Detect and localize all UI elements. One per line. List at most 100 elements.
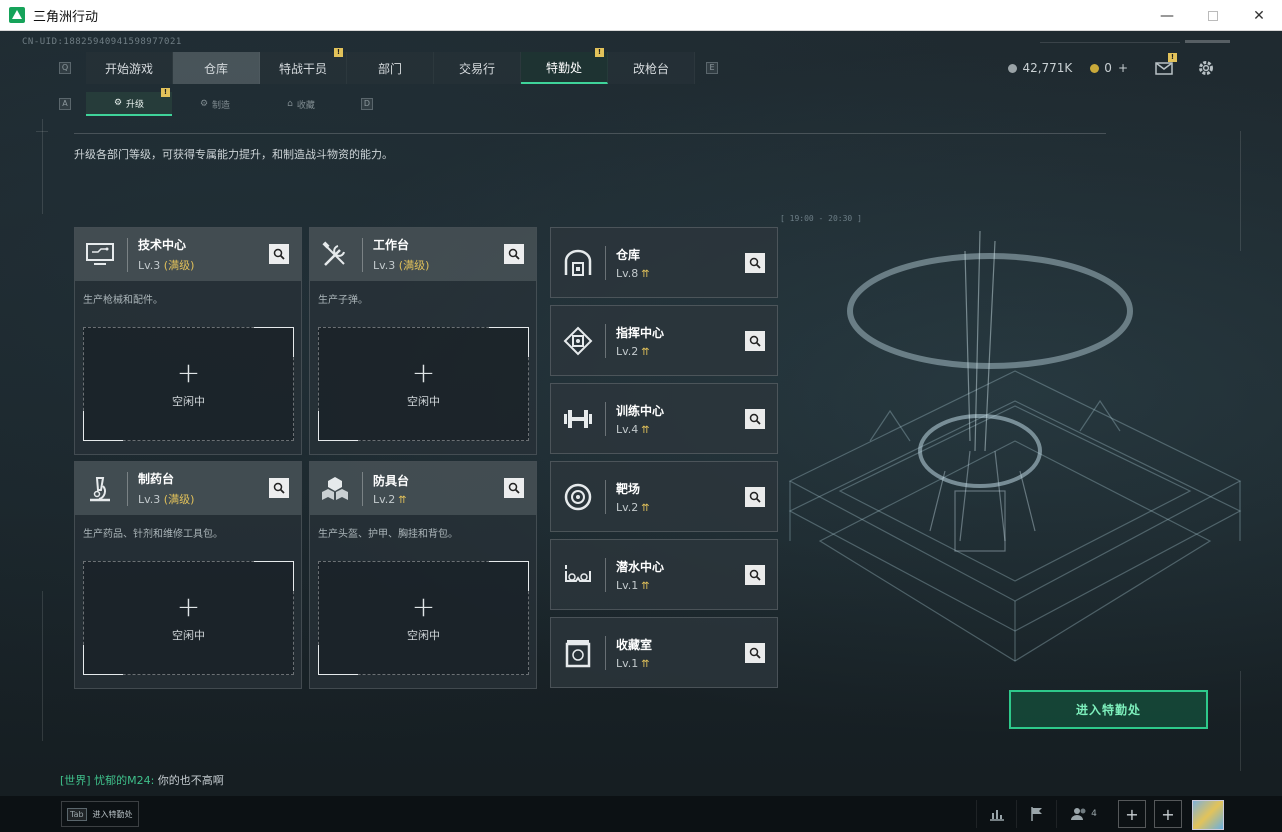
search-icon bbox=[749, 647, 761, 659]
invite-slot-1[interactable]: + bbox=[1118, 800, 1146, 828]
card-header: 制药台 Lv.3 (满级) bbox=[75, 462, 301, 515]
tab-warehouse[interactable]: 仓库 bbox=[173, 52, 260, 84]
inspect-button[interactable] bbox=[745, 409, 765, 429]
facility-card-training-center[interactable]: 训练中心 Lv.4 ⇈ bbox=[550, 383, 778, 454]
tab-operators[interactable]: 特战干员! bbox=[260, 48, 347, 84]
dumbbell-icon bbox=[561, 402, 595, 436]
separator bbox=[127, 471, 128, 506]
silver-coin-icon bbox=[1008, 63, 1018, 73]
inspect-button[interactable] bbox=[504, 244, 524, 264]
search-icon bbox=[749, 491, 761, 503]
card-header: 工作台 Lv.3 (满级) bbox=[310, 228, 536, 281]
facility-level: Lv.2 ⇈ bbox=[616, 501, 650, 514]
inspect-button[interactable] bbox=[504, 478, 524, 498]
tab-label: 特勤处 bbox=[545, 60, 582, 75]
inspect-button[interactable] bbox=[745, 487, 765, 507]
inspect-button[interactable] bbox=[745, 331, 765, 351]
inspect-button[interactable] bbox=[745, 643, 765, 663]
production-slot[interactable]: + 空闲中 bbox=[318, 327, 529, 441]
diving-mask-icon bbox=[561, 558, 595, 592]
slot-status: 空闲中 bbox=[407, 395, 440, 408]
card-title-block: 工作台 Lv.3 (满级) bbox=[373, 236, 429, 273]
inspect-button[interactable] bbox=[745, 253, 765, 273]
facility-level: Lv.2 ⇈ bbox=[373, 493, 409, 506]
tab-department[interactable]: 部门 bbox=[347, 52, 434, 84]
top-navigation: 开始游戏 仓库 特战干员! 部门 交易行 特勤处! 改枪台 bbox=[86, 48, 695, 84]
facility-card-command-center[interactable]: 指挥中心 Lv.2 ⇈ bbox=[550, 305, 778, 376]
facility-card-workbench[interactable]: 工作台 Lv.3 (满级) 生产子弹。 + 空闲中 bbox=[309, 227, 537, 455]
close-button[interactable]: ✕ bbox=[1236, 0, 1282, 31]
inspect-button[interactable] bbox=[269, 244, 289, 264]
flag-icon bbox=[1030, 807, 1042, 821]
facility-card-collection-room[interactable]: 收藏室 Lv.1 ⇈ bbox=[550, 617, 778, 688]
mail-button[interactable]: ! bbox=[1154, 53, 1177, 78]
upgrade-available-icon: ⇈ bbox=[641, 424, 650, 436]
chat-sender: 忧郁的M24: bbox=[94, 774, 155, 787]
app-logo-icon bbox=[9, 7, 25, 23]
facility-description: 生产子弹。 bbox=[318, 295, 368, 306]
stats-button[interactable] bbox=[976, 800, 1016, 828]
tab-start-game[interactable]: 开始游戏 bbox=[86, 52, 173, 84]
facility-description: 生产头盔、护甲、胸挂和背包。 bbox=[318, 529, 458, 540]
facility-card-armor-bench[interactable]: 防具台 Lv.2 ⇈ 生产头盔、护甲、胸挂和背包。 + 空闲中 bbox=[309, 461, 537, 689]
facility-card-storage[interactable]: 仓库 Lv.8 ⇈ bbox=[550, 227, 778, 298]
upgrade-icon: ⚙ bbox=[113, 98, 123, 108]
gold-coin-icon bbox=[1090, 63, 1100, 73]
facility-description: 生产枪械和配件。 bbox=[83, 295, 163, 306]
subtab-collection[interactable]: ⌂ 收藏 bbox=[258, 92, 344, 116]
upgrade-available-icon: ⇈ bbox=[641, 658, 650, 670]
subtab-upgrade[interactable]: ⚙ 升级 ! bbox=[86, 88, 172, 116]
sub-navigation: ⚙ 升级 ! ⚙ 制造 ⌂ 收藏 bbox=[86, 88, 344, 116]
settings-button[interactable] bbox=[1196, 58, 1216, 78]
gold-currency[interactable]: 0 + bbox=[1090, 61, 1128, 75]
microscope-icon bbox=[83, 472, 117, 506]
tab-gunsmith[interactable]: 改枪台 bbox=[608, 52, 695, 84]
enter-special-ops-button[interactable]: 进入特勤处 bbox=[1009, 690, 1208, 729]
card-title-block: 训练中心 Lv.4 ⇈ bbox=[616, 402, 664, 436]
bottom-bar: Tab 进入特勤处 4 + + bbox=[0, 796, 1282, 832]
tab-trading[interactable]: 交易行 bbox=[434, 52, 521, 84]
maximize-button[interactable] bbox=[1190, 0, 1236, 31]
chat-channel: [世界] bbox=[60, 774, 91, 787]
chat-line[interactable]: [世界] 忧郁的M24: 你的也不高啊 bbox=[60, 772, 224, 788]
search-icon bbox=[749, 569, 761, 581]
minimize-button[interactable]: — bbox=[1144, 0, 1190, 31]
facility-card-tech-center[interactable]: 技术中心 Lv.3 (满级) 生产枪械和配件。 + 空闲中 bbox=[74, 227, 302, 455]
flag-button[interactable] bbox=[1016, 800, 1056, 828]
slot-corner bbox=[254, 327, 294, 357]
facility-card-shooting-range[interactable]: 靶场 Lv.2 ⇈ bbox=[550, 461, 778, 532]
tab-shortcut-hint[interactable]: Tab 进入特勤处 bbox=[61, 801, 139, 827]
card-title-block: 收藏室 Lv.1 ⇈ bbox=[616, 636, 652, 670]
inspect-button[interactable] bbox=[269, 478, 289, 498]
separator bbox=[127, 237, 128, 272]
team-button[interactable]: 4 bbox=[1056, 800, 1110, 828]
collection-case-icon bbox=[561, 636, 595, 670]
warehouse-icon bbox=[561, 246, 595, 280]
facility-card-dive-center[interactable]: 潜水中心 Lv.1 ⇈ bbox=[550, 539, 778, 610]
facility-card-pharmacy[interactable]: 制药台 Lv.3 (满级) 生产药品、针剂和维修工具包。 + 空闲中 bbox=[74, 461, 302, 689]
facility-level: Lv.1 ⇈ bbox=[616, 579, 664, 592]
facility-level: Lv.3 (满级) bbox=[373, 257, 429, 273]
facility-level: Lv.4 ⇈ bbox=[616, 423, 664, 436]
inspect-button[interactable] bbox=[745, 565, 765, 585]
window-controls: — ✕ bbox=[1144, 0, 1282, 31]
avatar[interactable] bbox=[1192, 800, 1224, 830]
facility-name: 防具台 bbox=[373, 473, 410, 488]
subtab-craft[interactable]: ⚙ 制造 bbox=[172, 92, 258, 116]
slot-status: 空闲中 bbox=[172, 395, 205, 408]
facility-description: 生产药品、针剂和维修工具包。 bbox=[83, 529, 223, 540]
invite-slot-2[interactable]: + bbox=[1154, 800, 1182, 828]
monitor-icon bbox=[83, 238, 117, 272]
game-viewport: CN-UID:18825940941598977021 Q 开始游戏 仓库 特战… bbox=[0, 31, 1282, 832]
level-value: Lv.3 bbox=[138, 259, 161, 272]
base-hologram-illustration: [ 19:00 - 20:30 ] bbox=[780, 211, 1250, 731]
production-slot[interactable]: + 空闲中 bbox=[318, 561, 529, 675]
tab-special-ops[interactable]: 特勤处! bbox=[521, 48, 608, 84]
upgrade-available-icon: ⇈ bbox=[641, 268, 650, 280]
level-value: Lv.2 bbox=[616, 500, 639, 514]
craft-icon: ⚙ bbox=[199, 99, 209, 109]
production-slot[interactable]: + 空闲中 bbox=[83, 327, 294, 441]
slot-corner bbox=[318, 411, 358, 441]
facility-name: 靶场 bbox=[616, 481, 641, 496]
production-slot[interactable]: + 空闲中 bbox=[83, 561, 294, 675]
